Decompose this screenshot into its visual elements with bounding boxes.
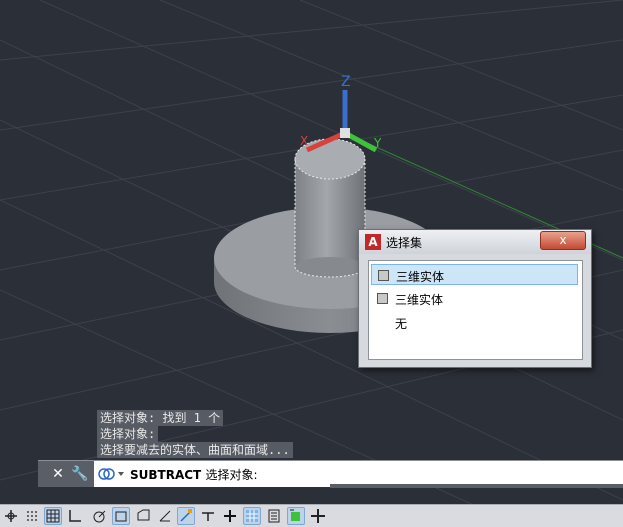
history-line-3: 选择要减去的实体、曲面和面域... [97, 442, 293, 458]
annotation-icon[interactable] [309, 507, 327, 525]
z-axis-label: Z [341, 74, 351, 90]
history-line-2: 选择对象: [97, 426, 159, 442]
status-bar [0, 504, 623, 527]
list-item-label: 三维实体 [395, 293, 444, 307]
dialog-title: 选择集 [386, 236, 423, 250]
osnap-track-icon[interactable] [134, 507, 152, 525]
isodraft-icon[interactable] [112, 507, 130, 525]
polar-icon[interactable] [90, 507, 108, 525]
osnap-icon[interactable] [156, 507, 174, 525]
lineweight-icon[interactable] [221, 507, 239, 525]
list-item-label: 三维实体 [396, 270, 445, 284]
selection-set-dialog[interactable]: A 选择集 x 三维实体 三维实体 无 [358, 229, 592, 368]
model-space-icon[interactable] [2, 507, 20, 525]
command-line-resize-edge [330, 484, 623, 488]
command-input[interactable]: SUBTRACT 选择对象: [130, 466, 257, 483]
ortho-icon[interactable] [66, 507, 84, 525]
dynucs-icon[interactable] [177, 507, 195, 525]
command-prompt: 选择对象: [205, 468, 258, 482]
solid-icon [377, 293, 388, 304]
wrench-icon[interactable]: 🔧 [70, 461, 90, 487]
list-item[interactable]: 无 [371, 312, 578, 333]
grid-icon[interactable] [23, 507, 41, 525]
command-line-grip[interactable] [38, 461, 48, 487]
snap-icon[interactable] [44, 507, 62, 525]
close-icon[interactable]: ✕ [48, 461, 68, 487]
list-item-label: 无 [395, 317, 408, 331]
solid-icon [378, 270, 389, 281]
y-axis-label: Y [373, 136, 382, 150]
list-item[interactable]: 三维实体 [371, 264, 578, 285]
recent-commands-icon[interactable] [98, 467, 126, 481]
autocad-logo-icon: A [365, 234, 381, 250]
3d-osnap-icon[interactable] [287, 507, 305, 525]
command-line[interactable]: ✕ 🔧 SUBTRACT 选择对象: [38, 460, 623, 487]
selection-list[interactable]: 三维实体 三维实体 无 [368, 260, 583, 360]
command-name: SUBTRACT [130, 468, 202, 482]
history-line-1: 选择对象: 找到 1 个 [97, 410, 224, 426]
dynamic-input-icon[interactable] [199, 507, 217, 525]
x-axis-label: X [300, 134, 308, 148]
transparency-icon[interactable] [243, 507, 261, 525]
selected-cylinder[interactable] [294, 138, 366, 278]
selection-cycling-icon[interactable] [265, 507, 283, 525]
close-button[interactable]: x [540, 231, 586, 250]
list-item[interactable]: 三维实体 [371, 288, 578, 309]
dialog-title-bar[interactable]: A 选择集 x [359, 230, 591, 254]
